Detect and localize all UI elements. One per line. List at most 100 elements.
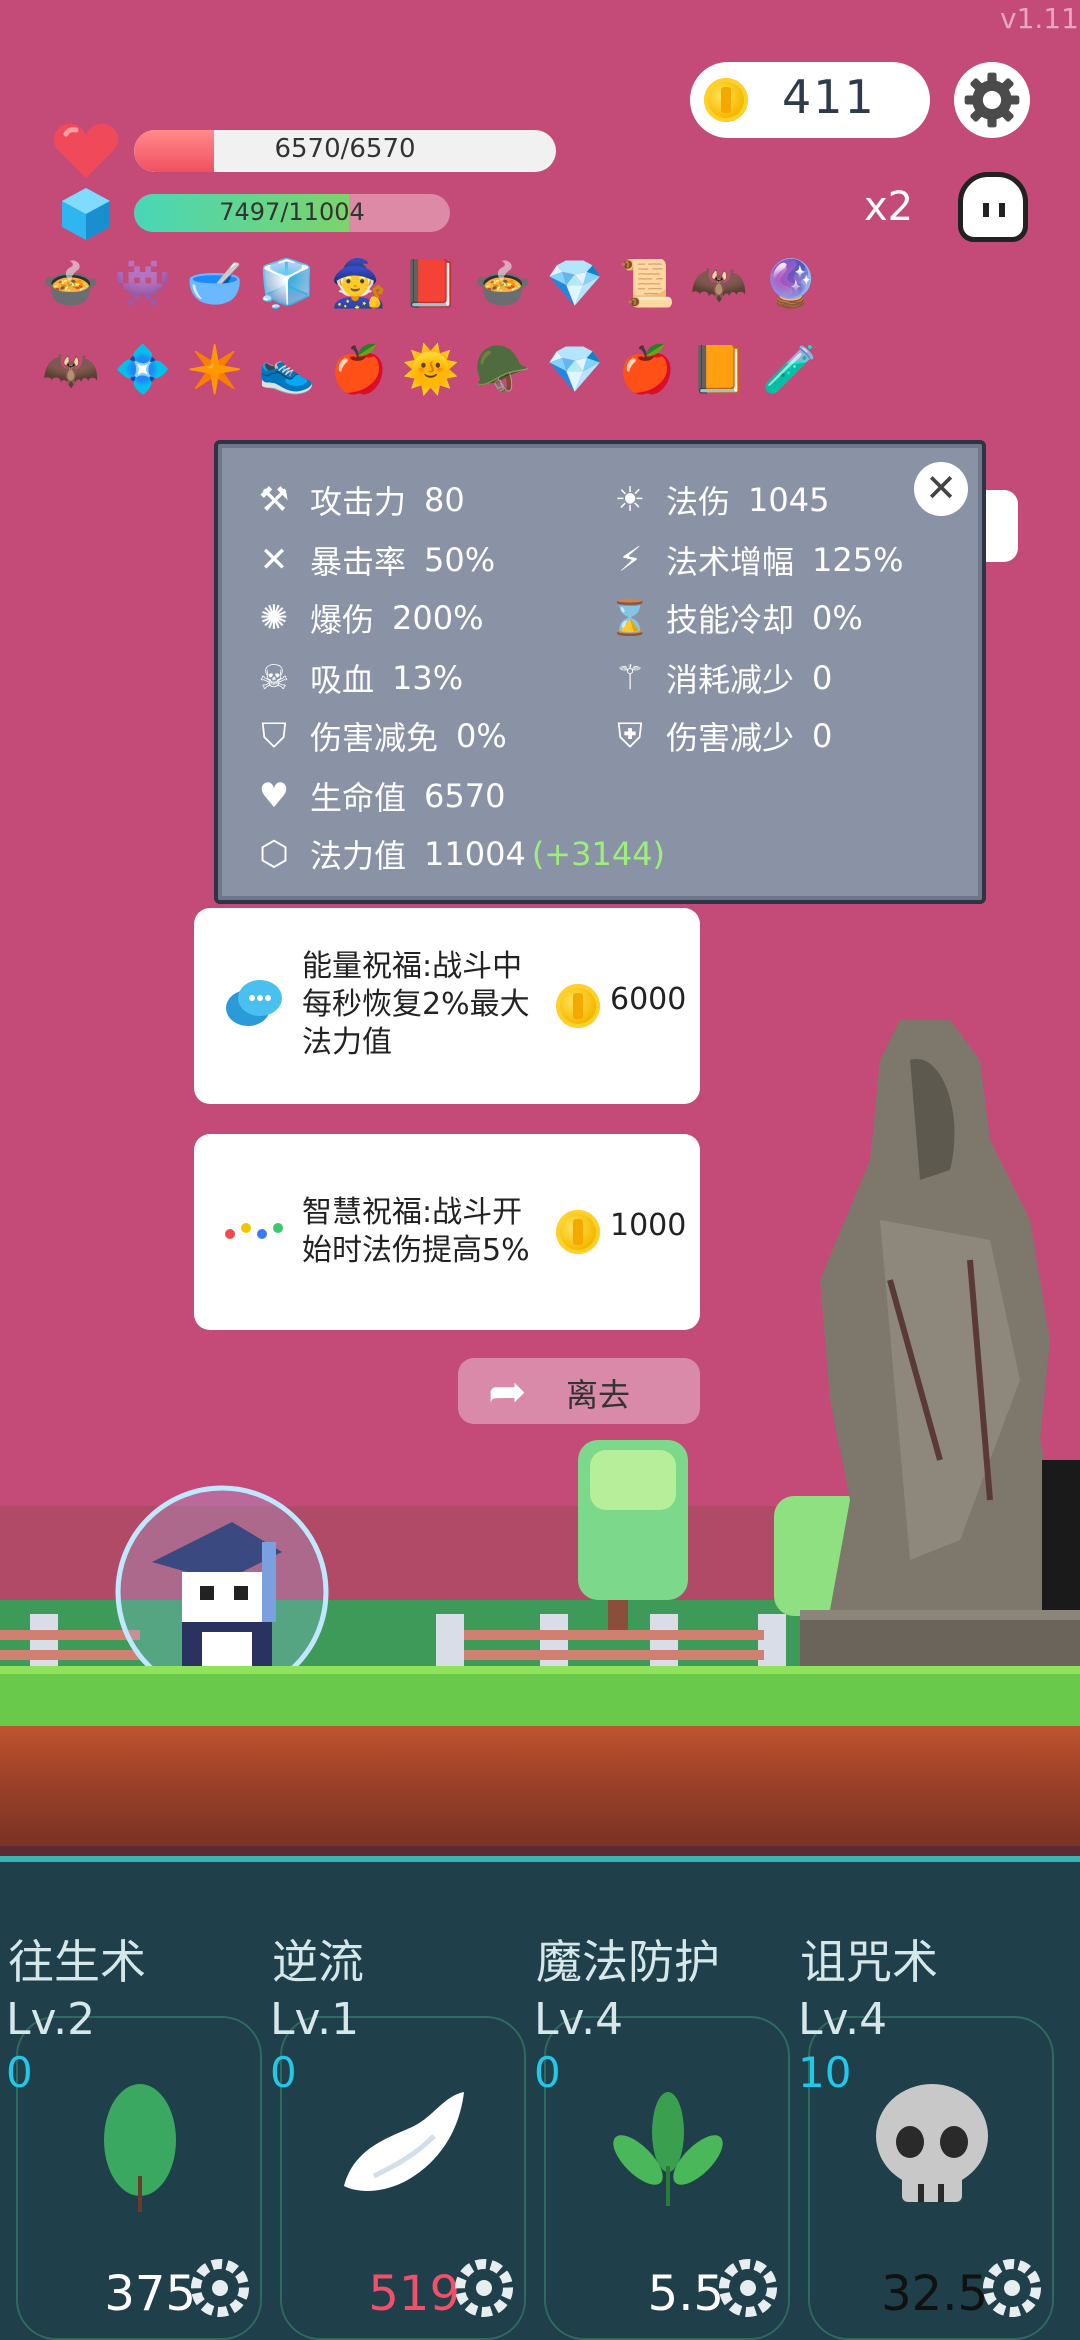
skill-count: 0 xyxy=(270,2048,297,2097)
skill-count: 0 xyxy=(6,2048,33,2097)
stat-value: 0 xyxy=(812,717,833,755)
ground-edge xyxy=(0,1846,1080,1856)
blessing-price: 6000 xyxy=(610,982,687,1017)
blessing-description: 智慧祝福:战斗开 始时法伤提高5% xyxy=(302,1195,530,1268)
skill-count: 10 xyxy=(798,2048,852,2097)
stat-label: 吸血 xyxy=(310,661,375,699)
mana-crystal-icon xyxy=(62,188,110,240)
stat-value: 50% xyxy=(424,541,496,579)
close-icon: ✕ xyxy=(925,466,957,510)
stat-label: 生命值 xyxy=(310,779,407,817)
leaf-icon xyxy=(104,2084,176,2212)
demon-skull-icon: ☠ xyxy=(258,658,290,698)
leave-label: 离去 xyxy=(566,1376,631,1414)
heart-outline-icon: ♥ xyxy=(258,776,290,816)
inventory-item-icon[interactable]: 💎 xyxy=(544,336,606,402)
inventory-item-icon[interactable]: ✴️ xyxy=(184,336,246,402)
inventory-item-icon[interactable]: 📕 xyxy=(400,250,462,316)
inventory-item-icon[interactable]: 🔮 xyxy=(760,250,822,316)
stat-hp: ♥ 生命值 6570 xyxy=(248,772,506,820)
skill-slot-rebirth[interactable]: 往生术 Lv.2 0 375 xyxy=(0,1856,266,2340)
stat-label: 法术增幅 xyxy=(666,543,795,581)
stat-spell-amp: ⚡ 法术增幅 125% xyxy=(604,536,904,584)
skill-level: Lv.1 xyxy=(270,1994,360,2045)
stat-value: 13% xyxy=(392,659,464,697)
stat-mana: ⬡ 法力值 11004 (+3144) xyxy=(248,830,665,878)
cog-icon[interactable] xyxy=(982,2258,1042,2318)
skill-name: 逆流 xyxy=(272,1935,364,1989)
inventory-row-1: 🍲 👾 🥣 🧊 🧙 📕 🍲 💎 📜 🦇 🔮 xyxy=(40,250,822,316)
mana-text: 7497/11004 xyxy=(219,198,365,226)
inventory-item-icon[interactable]: 🧊 xyxy=(256,250,318,316)
share-arrow-icon: ➦ xyxy=(488,1364,527,1418)
inventory-item-icon[interactable]: 🪖 xyxy=(472,336,534,402)
skill-slot-curse[interactable]: 诅咒术 Lv.4 10 32.5 xyxy=(792,1856,1058,2340)
inventory-item-icon[interactable]: 📜 xyxy=(616,250,678,316)
stat-lifesteal: ☠ 吸血 13% xyxy=(248,654,463,702)
stat-bonus: (+3144) xyxy=(531,835,666,873)
hp-bar: 6570/6570 xyxy=(134,130,556,172)
skill-level: Lv.4 xyxy=(798,1994,888,2045)
stat-cooldown: ⌛ 技能冷却 0% xyxy=(604,594,863,642)
gem-icon: ⬡ xyxy=(259,834,289,874)
inventory-item-icon[interactable]: 🍎 xyxy=(328,336,390,402)
lightning-icon: ⚡ xyxy=(618,540,642,580)
hp-text: 6570/6570 xyxy=(274,134,416,164)
ghost-icon[interactable] xyxy=(958,172,1028,242)
cog-icon[interactable] xyxy=(454,2258,514,2318)
inventory-item-icon[interactable]: 🍲 xyxy=(472,250,534,316)
inventory-item-icon[interactable]: 🦇 xyxy=(40,336,102,402)
stat-value: 80 xyxy=(424,481,465,519)
inventory-item-icon[interactable]: 📙 xyxy=(688,336,750,402)
inventory-item-icon[interactable]: 💠 xyxy=(112,336,174,402)
inventory-item-icon[interactable]: 🧙 xyxy=(328,250,390,316)
stats-panel: ⚒ 攻击力 80 ✕ 暴击率 50% ✺ 爆伤 200% ☠ 吸血 13% ⛉ … xyxy=(214,440,986,904)
inventory-item-icon[interactable]: 🍲 xyxy=(40,250,102,316)
inventory-item-icon[interactable]: 🦇 xyxy=(688,250,750,316)
stat-damage-reduction: ⛨ 伤害减少 0 xyxy=(604,712,832,760)
version-label: v1.11 xyxy=(1000,2,1079,35)
inventory-row-2: 🦇 💠 ✴️ 👟 🍎 🌞 🪖 💎 🍎 📙 🧪 xyxy=(40,336,822,402)
inventory-item-icon[interactable]: 🧪 xyxy=(760,336,822,402)
axe-icon: ⚒ xyxy=(258,480,290,520)
skill-value: 5.5 xyxy=(647,2266,724,2322)
speed-multiplier[interactable]: x2 xyxy=(864,184,913,230)
cog-icon[interactable] xyxy=(718,2258,778,2318)
skill-level: Lv.2 xyxy=(6,1994,96,2045)
stat-label: 消耗减少 xyxy=(666,661,795,699)
inventory-item-icon[interactable]: 💎 xyxy=(544,250,606,316)
stat-cost-reduction: ⚚ 消耗减少 0 xyxy=(604,654,833,702)
close-button[interactable]: ✕ xyxy=(914,462,968,516)
heart-icon xyxy=(53,123,119,178)
stat-label: 爆伤 xyxy=(310,601,375,639)
stat-value: 200% xyxy=(392,599,484,637)
inventory-item-icon[interactable]: 🌞 xyxy=(400,336,462,402)
stat-label: 暴击率 xyxy=(310,543,407,581)
stat-label: 法力值 xyxy=(310,837,407,875)
stat-attack: ⚒ 攻击力 80 xyxy=(248,476,465,524)
blessing-description: 能量祝福:战斗中 每秒恢复2%最大 法力值 xyxy=(302,949,530,1060)
statue xyxy=(800,1020,1080,1670)
blessing-card-wisdom[interactable]: 智慧祝福:战斗开 始时法伤提高5% 1000 xyxy=(194,1134,700,1330)
skill-slot-magic-shield[interactable]: 魔法防护 Lv.4 0 5.5 xyxy=(528,1856,794,2340)
settings-gear-icon[interactable] xyxy=(954,62,1030,138)
inventory-item-icon[interactable]: 🍎 xyxy=(616,336,678,402)
stat-label: 伤害减免 xyxy=(310,719,439,757)
coin-value: 411 xyxy=(782,70,876,124)
inventory-item-icon[interactable]: 👾 xyxy=(112,250,174,316)
skill-count: 0 xyxy=(534,2048,561,2097)
mana-bar: 7497/11004 xyxy=(134,194,450,232)
inventory-item-icon[interactable]: 👟 xyxy=(256,336,318,402)
skill-name: 诅咒术 xyxy=(800,1935,938,1989)
inventory-item-icon[interactable]: 🥣 xyxy=(184,250,246,316)
stat-value: 125% xyxy=(812,541,904,579)
stat-label: 攻击力 xyxy=(310,483,407,521)
shield-icon: ⛉ xyxy=(261,716,287,756)
stat-damage-immunity: ⛉ 伤害减免 0% xyxy=(248,712,507,760)
skill-level: Lv.4 xyxy=(534,1994,624,2045)
cog-icon[interactable] xyxy=(190,2258,250,2318)
blessing-card-energy[interactable]: 能量祝福:战斗中 每秒恢复2%最大 法力值 6000 xyxy=(194,908,700,1104)
stat-value: 0% xyxy=(456,717,507,755)
stat-label: 伤害减少 xyxy=(666,719,795,757)
skill-slot-reverse-flow[interactable]: 逆流 Lv.1 0 519 xyxy=(264,1856,530,2340)
